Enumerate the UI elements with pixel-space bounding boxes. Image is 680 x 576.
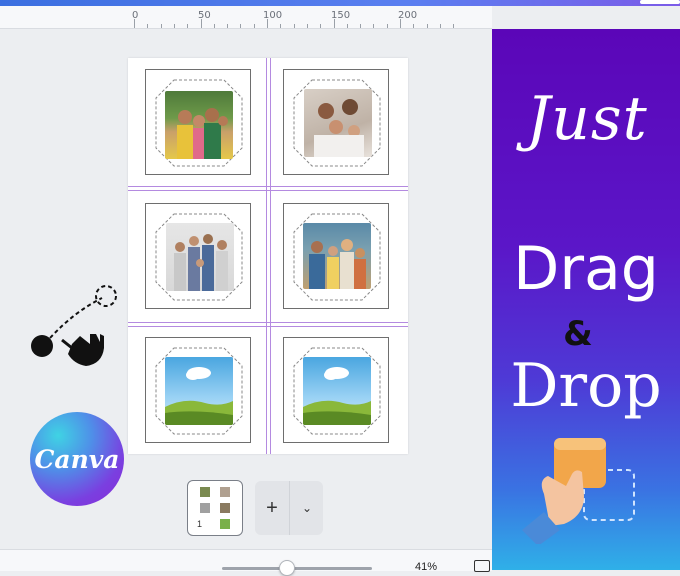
thumb-cell-3: [200, 503, 210, 513]
bottom-status-bar: 41%: [0, 549, 492, 576]
zoom-percentage[interactable]: 41%: [415, 561, 437, 573]
promo-banner: Just Drag & Drop: [492, 29, 680, 570]
banner-text-drag: Drag: [513, 234, 659, 304]
ruler-tick: [240, 24, 242, 28]
family-photo-1[interactable]: [165, 91, 233, 159]
canva-logo: Canva: [30, 412, 124, 506]
ruler-tick: [333, 19, 335, 28]
ruler-tick: [173, 24, 175, 28]
ruler-tick: [253, 24, 255, 28]
ruler-tick: [227, 24, 229, 28]
ruler-tick: [187, 24, 189, 28]
top-right-tab: [640, 0, 680, 4]
zoom-slider-handle[interactable]: [279, 560, 295, 576]
thumb-cell-4: [220, 503, 230, 513]
ruler-tick: [373, 24, 375, 28]
photo-frame-3[interactable]: [145, 203, 251, 309]
family-photo-image: [174, 234, 228, 291]
photo-frame-5[interactable]: [145, 337, 251, 443]
horizontal-guide-1b: [128, 190, 408, 191]
page-thumbnail[interactable]: 1: [187, 480, 243, 536]
ruler-tick: [293, 24, 295, 28]
ruler-tick: [426, 24, 428, 28]
ruler-tick: [134, 19, 135, 28]
ruler-tick: [413, 24, 415, 28]
ruler-tick: [280, 24, 282, 28]
ruler-tick: [306, 24, 308, 28]
family-photo-3[interactable]: [166, 223, 234, 291]
banner-text-ampersand: &: [563, 314, 593, 354]
drag-gesture-icon: [31, 285, 117, 366]
page-number: 1: [197, 519, 203, 529]
ruler-tick: [213, 24, 215, 28]
ruler-label-0: 0: [132, 10, 139, 21]
add-page-button[interactable]: +: [255, 481, 289, 535]
horizontal-guide-2a: [128, 322, 408, 323]
landscape-placeholder-icon: [303, 367, 371, 425]
thumb-cell-1: [200, 487, 210, 497]
horizontal-guide-2b: [128, 326, 408, 327]
ruler-tick: [400, 19, 401, 28]
banner-text-just: Just: [526, 84, 648, 154]
chevron-down-icon[interactable]: ⌄: [289, 481, 324, 535]
ruler-tick: [200, 19, 202, 28]
ruler-tick: [147, 24, 149, 28]
ruler-tick: [453, 24, 455, 28]
ruler-tick: [360, 24, 362, 28]
ruler-tick: [320, 24, 322, 28]
family-photo-image: [177, 108, 228, 159]
photo-frame-6[interactable]: [283, 337, 389, 443]
placeholder-landscape-image[interactable]: [303, 357, 371, 425]
family-photo-image: [309, 239, 366, 289]
ruler-tick: [160, 24, 162, 28]
landscape-placeholder-icon: [165, 367, 233, 425]
vertical-guide-right: [270, 58, 271, 454]
banner-text-drop: Drop: [510, 351, 662, 421]
ruler-tick: [386, 24, 388, 28]
grid-view-icon[interactable]: [474, 560, 490, 572]
photo-frame-2[interactable]: [283, 69, 389, 175]
canva-logo-text: Canva: [34, 444, 120, 474]
ruler-tick: [267, 19, 268, 28]
ruler-tick: [346, 24, 348, 28]
thumb-cell-2: [220, 487, 230, 497]
placeholder-landscape-image[interactable]: [165, 357, 233, 425]
family-photo-image: [314, 99, 364, 157]
family-photo-4[interactable]: [303, 223, 371, 289]
photo-frame-4[interactable]: [283, 203, 389, 309]
ruler-label-100: 100: [263, 10, 283, 21]
drag-drop-hand-icon: [522, 438, 635, 544]
horizontal-ruler: 0 50 100 150 200: [0, 6, 492, 29]
add-page-group: + ⌄: [255, 481, 323, 535]
horizontal-guide-1a: [128, 186, 408, 187]
thumb-cell-6: [220, 519, 230, 529]
vertical-guide-left: [266, 58, 267, 454]
ruler-tick: [439, 24, 441, 28]
photo-frame-1[interactable]: [145, 69, 251, 175]
family-photo-2[interactable]: [304, 89, 372, 157]
